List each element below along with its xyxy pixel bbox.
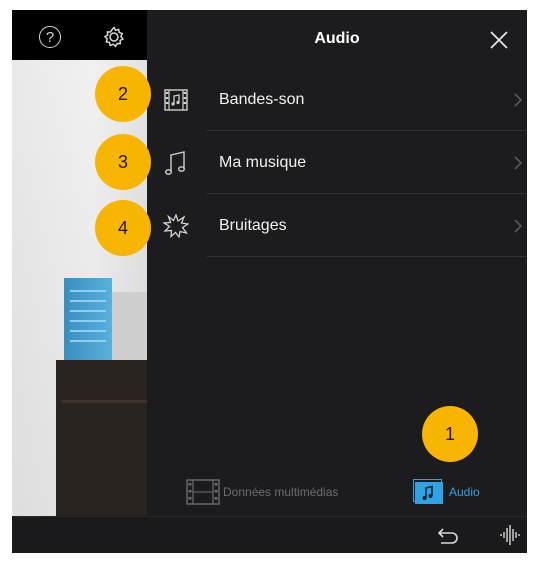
menu-item-label: Bruitages xyxy=(219,216,287,234)
menu-item-bruitages[interactable]: Bruitages xyxy=(147,194,527,257)
close-icon[interactable] xyxy=(489,30,509,50)
starburst-icon xyxy=(163,213,189,239)
chevron-right-icon xyxy=(513,218,523,233)
menu-item-ma-musique[interactable]: Ma musique xyxy=(147,131,527,194)
callout-badge-2: 2 xyxy=(95,66,151,122)
preview-blue-box xyxy=(64,278,112,360)
tab-media-label: Données multimédias xyxy=(223,485,339,499)
music-note-icon xyxy=(163,150,189,176)
divider xyxy=(207,256,527,257)
preview-white-box xyxy=(112,292,147,360)
film-music-icon xyxy=(163,87,189,113)
source-tabs: Données multimédias Audio xyxy=(147,468,527,516)
tab-audio-label: Audio xyxy=(449,485,480,499)
bottom-toolbar xyxy=(12,516,527,553)
menu-item-label: Ma musique xyxy=(219,153,307,171)
callout-badge-1: 1 xyxy=(422,406,478,462)
callout-badge-3: 3 xyxy=(95,134,151,190)
menu-item-bandes-son[interactable]: Bandes-son xyxy=(147,68,527,131)
undo-icon[interactable] xyxy=(437,525,459,547)
chevron-right-icon xyxy=(513,155,523,170)
help-icon[interactable]: ? xyxy=(39,26,61,48)
callout-badge-4: 4 xyxy=(95,200,151,256)
audio-icon xyxy=(411,478,447,506)
panel-title: Audio xyxy=(314,30,360,47)
tab-media[interactable]: Données multimédias xyxy=(185,476,338,508)
panel-header: Audio xyxy=(147,10,527,68)
waveform-icon[interactable] xyxy=(499,524,521,546)
audio-browser-window: ? Audio Bandes-son Ma musique Bruitages … xyxy=(12,10,527,553)
menu-item-label: Bandes-son xyxy=(219,90,305,108)
top-toolbar: ? xyxy=(12,10,147,60)
gear-icon[interactable] xyxy=(102,25,126,49)
tab-audio[interactable]: Audio xyxy=(411,476,480,508)
video-preview xyxy=(12,60,147,516)
film-strip-icon xyxy=(185,478,221,506)
preview-furniture xyxy=(56,360,147,516)
chevron-right-icon xyxy=(513,92,523,107)
